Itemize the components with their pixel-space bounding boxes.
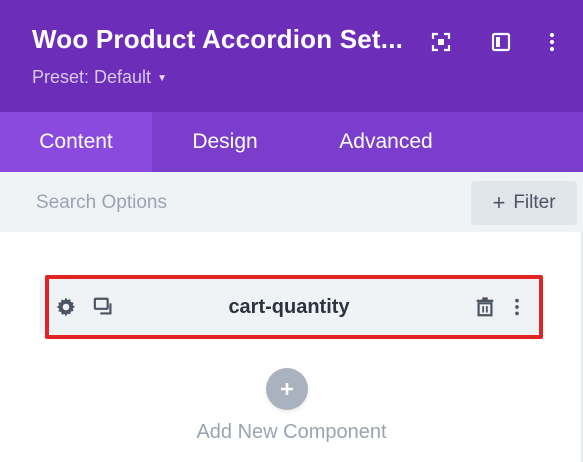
tab-content[interactable]: Content [0, 112, 152, 172]
preset-selector[interactable]: Preset: Default ▼ [32, 67, 167, 88]
add-component-label[interactable]: Add New Component [0, 421, 583, 444]
tab-advanced[interactable]: Advanced [298, 112, 474, 172]
highlight-box [45, 275, 543, 339]
filter-button[interactable]: + Filter [471, 181, 577, 225]
plus-icon [281, 383, 293, 395]
sidebar-panel-icon[interactable] [489, 30, 513, 54]
tab-bar: Content Design Advanced [0, 112, 583, 172]
plus-icon: + [492, 190, 506, 215]
add-component-button[interactable] [266, 368, 308, 410]
caret-down-icon: ▼ [157, 73, 167, 84]
search-input[interactable] [36, 190, 436, 216]
tab-design-label: Design [192, 130, 258, 153]
settings-header: Woo Product Accordion Set... Preset: Def… [0, 0, 583, 112]
more-vertical-icon[interactable] [540, 30, 564, 54]
tab-advanced-label: Advanced [339, 130, 433, 153]
module-title: Woo Product Accordion Set... [32, 24, 404, 54]
expand-icon[interactable] [429, 30, 453, 54]
preset-label: Preset: Default [32, 67, 152, 87]
tab-design[interactable]: Design [152, 112, 298, 172]
filter-label: Filter [513, 192, 556, 213]
tab-content-label: Content [39, 130, 113, 153]
